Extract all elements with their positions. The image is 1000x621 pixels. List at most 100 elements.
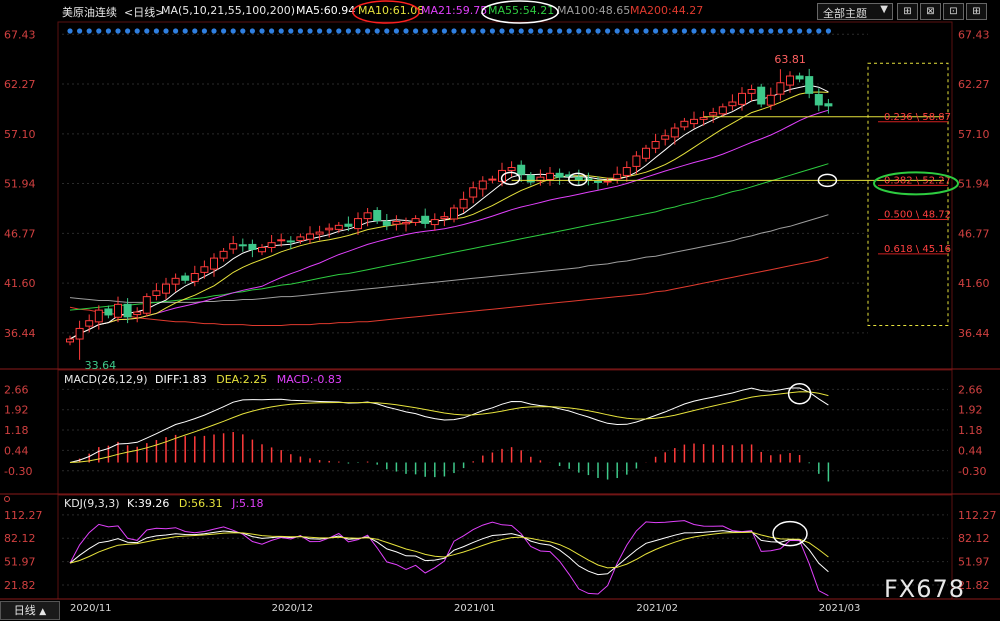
event-dot[interactable] xyxy=(259,28,265,34)
candle-body[interactable] xyxy=(354,218,362,230)
event-dot[interactable] xyxy=(710,28,716,34)
candle-body[interactable] xyxy=(795,75,804,80)
event-dot[interactable] xyxy=(528,28,534,34)
event-dot[interactable] xyxy=(489,28,495,34)
event-dot[interactable] xyxy=(269,28,275,34)
candle-body[interactable] xyxy=(306,233,314,240)
candle-body[interactable] xyxy=(757,86,766,105)
event-dot[interactable] xyxy=(365,28,371,34)
event-dot[interactable] xyxy=(537,28,544,34)
event-dot[interactable] xyxy=(451,28,457,34)
event-dot[interactable] xyxy=(249,28,255,34)
event-dot[interactable] xyxy=(787,28,793,34)
candle-body[interactable] xyxy=(421,215,430,224)
candle-body[interactable] xyxy=(594,180,602,183)
event-dot[interactable] xyxy=(729,28,736,34)
candle-body[interactable] xyxy=(613,173,622,180)
event-dot[interactable] xyxy=(144,28,150,34)
candle-body[interactable] xyxy=(75,327,84,340)
event-dot[interactable] xyxy=(432,28,438,34)
candle-body[interactable] xyxy=(526,174,535,183)
candle-body[interactable] xyxy=(363,212,372,220)
event-dot[interactable] xyxy=(240,28,246,34)
candle-body[interactable] xyxy=(344,223,353,227)
candle-body[interactable] xyxy=(152,290,161,296)
candle-body[interactable] xyxy=(546,172,554,180)
candle-body[interactable] xyxy=(229,243,238,250)
event-dot[interactable] xyxy=(134,28,140,34)
event-dot[interactable] xyxy=(115,28,121,34)
candle-body[interactable] xyxy=(670,127,679,138)
event-dot[interactable] xyxy=(461,28,467,34)
event-dot[interactable] xyxy=(67,28,73,34)
candle-body[interactable] xyxy=(334,224,343,230)
candle-body[interactable] xyxy=(814,94,823,106)
candle-body[interactable] xyxy=(622,167,631,176)
event-dot[interactable] xyxy=(624,28,630,34)
candle-body[interactable] xyxy=(766,94,775,106)
candle-body[interactable] xyxy=(210,257,218,270)
event-dot[interactable] xyxy=(278,28,284,34)
candle-body[interactable] xyxy=(488,178,497,181)
candle-body[interactable] xyxy=(709,112,718,116)
event-dot[interactable] xyxy=(192,28,198,34)
candle-body[interactable] xyxy=(555,172,564,178)
candle-body[interactable] xyxy=(190,273,199,282)
event-dot[interactable] xyxy=(557,28,563,34)
event-dot[interactable] xyxy=(653,28,659,34)
event-dot[interactable] xyxy=(326,28,332,34)
event-dot[interactable] xyxy=(701,28,707,34)
event-dot[interactable] xyxy=(585,28,592,34)
event-dot[interactable] xyxy=(441,28,447,34)
event-dot[interactable] xyxy=(691,28,697,34)
event-dot[interactable] xyxy=(768,28,774,34)
candle-body[interactable] xyxy=(642,147,650,159)
event-dot[interactable] xyxy=(595,28,601,34)
event-dot[interactable] xyxy=(77,28,83,34)
event-dot[interactable] xyxy=(672,28,678,34)
candle-body[interactable] xyxy=(805,76,814,94)
event-dot[interactable] xyxy=(403,28,409,34)
event-dot[interactable] xyxy=(230,28,236,34)
candle-body[interactable] xyxy=(66,338,74,343)
candle-body[interactable] xyxy=(430,219,439,226)
candle-body[interactable] xyxy=(94,309,103,323)
candle-body[interactable] xyxy=(142,296,151,314)
candle-body[interactable] xyxy=(200,266,209,273)
candle-body[interactable] xyxy=(469,187,478,198)
event-dot[interactable] xyxy=(643,28,649,34)
candle-body[interactable] xyxy=(459,198,468,209)
event-dot[interactable] xyxy=(153,28,159,34)
candle-body[interactable] xyxy=(114,303,122,318)
candle-body[interactable] xyxy=(85,320,94,327)
candle-body[interactable] xyxy=(517,164,526,175)
event-dot[interactable] xyxy=(633,28,640,34)
candle-body[interactable] xyxy=(219,250,228,259)
candle-body[interactable] xyxy=(382,221,391,226)
event-dot[interactable] xyxy=(576,28,582,34)
candle-body[interactable] xyxy=(786,75,794,86)
candle-body[interactable] xyxy=(680,120,689,128)
period-button[interactable]: 日线 ▲ xyxy=(0,601,60,620)
event-dot[interactable] xyxy=(480,28,486,34)
event-dot[interactable] xyxy=(307,28,313,34)
event-dot[interactable] xyxy=(816,28,822,34)
event-dot[interactable] xyxy=(201,28,207,34)
candle-body[interactable] xyxy=(699,116,708,120)
event-dot[interactable] xyxy=(96,28,102,34)
event-dot[interactable] xyxy=(221,28,227,34)
candle-body[interactable] xyxy=(392,220,401,225)
event-dot[interactable] xyxy=(105,28,111,34)
candle-body[interactable] xyxy=(574,176,583,181)
candle-body[interactable] xyxy=(267,242,276,249)
candle-body[interactable] xyxy=(747,89,756,94)
candle-body[interactable] xyxy=(315,231,324,235)
event-dot[interactable] xyxy=(605,28,611,34)
candle-body[interactable] xyxy=(162,283,170,294)
candle-body[interactable] xyxy=(651,141,660,149)
event-dot[interactable] xyxy=(470,28,476,34)
candle-body[interactable] xyxy=(373,210,382,222)
event-dot[interactable] xyxy=(499,28,505,34)
event-dot[interactable] xyxy=(182,28,188,34)
event-dot[interactable] xyxy=(345,28,351,34)
